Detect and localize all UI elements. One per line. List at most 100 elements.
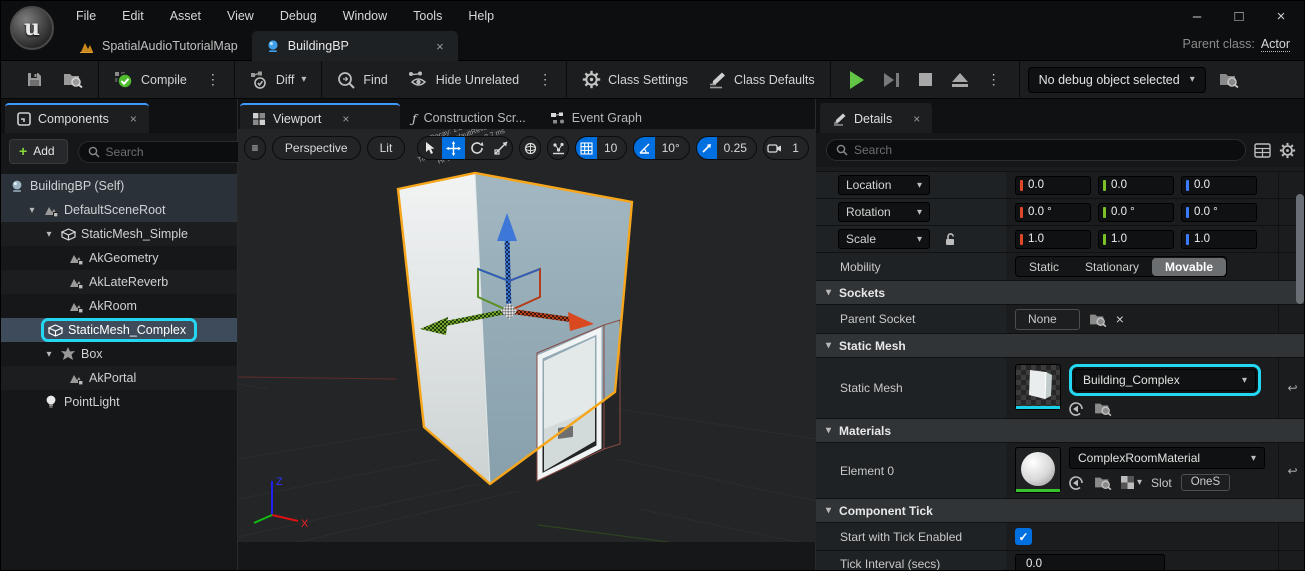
add-component-button[interactable]: + Add: [9, 139, 68, 164]
scale-lock-open-icon[interactable]: [944, 232, 956, 246]
gizmo-z-axis[interactable]: [507, 237, 509, 311]
stop-button[interactable]: [912, 68, 939, 91]
tick-enabled-checkbox[interactable]: ✓: [1015, 528, 1032, 545]
scale-dropdown[interactable]: Scale ▾: [838, 229, 930, 249]
location-y-field[interactable]: 0.0: [1098, 176, 1174, 195]
tab-spatialaudiotutorialmap[interactable]: SpatialAudioTutorialMap: [65, 31, 252, 61]
details-search[interactable]: [826, 139, 1246, 161]
tree-row-staticmesh-simple[interactable]: ▾ StaticMesh_Simple: [1, 222, 237, 246]
menu-tools[interactable]: Tools: [402, 5, 453, 27]
select-tool-button[interactable]: [418, 136, 442, 160]
close-panel-icon[interactable]: ×: [342, 112, 349, 126]
scale-snap-control[interactable]: 0.25: [696, 136, 757, 160]
scale-x-field[interactable]: 1.0: [1015, 230, 1091, 249]
menu-view[interactable]: View: [216, 5, 265, 27]
menu-file[interactable]: File: [65, 5, 107, 27]
location-x-field[interactable]: 0.0: [1015, 176, 1091, 195]
reset-static-mesh-button[interactable]: ↩: [1278, 358, 1305, 418]
browse-asset-button[interactable]: [56, 66, 90, 93]
scale-z-field[interactable]: 1.0: [1181, 230, 1257, 249]
save-button[interactable]: [19, 66, 50, 93]
static-mesh-section-header[interactable]: ▾ Static Mesh: [816, 334, 1305, 358]
display-filter-icon[interactable]: [1254, 143, 1271, 158]
move-tool-button[interactable]: [442, 136, 466, 160]
rotation-snap-control[interactable]: 10°: [633, 136, 689, 160]
tree-row-aklatereverb[interactable]: AkLateReverb: [1, 270, 237, 294]
compile-button[interactable]: Compile: [107, 65, 194, 94]
class-settings-button[interactable]: Class Settings: [575, 65, 695, 94]
menu-debug[interactable]: Debug: [269, 5, 328, 27]
tick-interval-field[interactable]: 0.0: [1015, 554, 1165, 571]
slot-name-field[interactable]: OneS: [1181, 474, 1230, 491]
find-button[interactable]: Find: [330, 66, 394, 94]
rotation-dropdown[interactable]: Rotation ▾: [838, 202, 930, 222]
clear-socket-icon[interactable]: ×: [1116, 311, 1124, 327]
tree-row-staticmesh-complex[interactable]: StaticMesh_Complex: [1, 318, 237, 342]
close-button[interactable]: ×: [1264, 3, 1298, 29]
materials-section-header[interactable]: ▾ Materials: [816, 419, 1305, 443]
find-options-kebab[interactable]: ⋮: [532, 69, 558, 90]
location-dropdown[interactable]: Location ▾: [838, 175, 930, 195]
menu-window[interactable]: Window: [332, 5, 398, 27]
expander-icon[interactable]: ▾: [26, 205, 38, 216]
close-panel-icon[interactable]: ×: [130, 112, 137, 126]
rotate-tool-button[interactable]: [465, 136, 489, 160]
close-panel-icon[interactable]: ×: [913, 112, 920, 126]
viewport-options-button[interactable]: ≡: [244, 136, 266, 160]
diff-button[interactable]: Diff ▾: [243, 66, 314, 94]
maximize-button[interactable]: □: [1222, 3, 1256, 29]
details-search-input[interactable]: [854, 143, 1236, 157]
rotation-x-field[interactable]: 0.0 °: [1015, 203, 1091, 222]
browse-to-asset-icon[interactable]: [1094, 401, 1112, 416]
scale-y-field[interactable]: 1.0: [1098, 230, 1174, 249]
camera-speed-control[interactable]: 1: [763, 136, 809, 160]
viewport-3d-scene[interactable]: Z X 445.17 sq ... m Decay: 1.35 secs Aux…: [238, 129, 816, 542]
mobility-stationary[interactable]: Stationary: [1072, 258, 1152, 276]
tab-details[interactable]: Details ×: [820, 103, 932, 133]
view-mode-dropdown[interactable]: Lit: [367, 136, 406, 160]
close-tab-icon[interactable]: ×: [436, 39, 444, 54]
details-scrollbar[interactable]: [1296, 194, 1304, 304]
frame-skip-button[interactable]: [877, 68, 906, 92]
unreal-logo-icon[interactable]: u: [10, 6, 54, 50]
hide-unrelated-button[interactable]: Hide Unrelated: [401, 66, 526, 94]
browse-to-asset-icon[interactable]: [1094, 475, 1112, 490]
debug-browse-button[interactable]: [1212, 66, 1246, 93]
parent-class-link[interactable]: Actor: [1261, 37, 1290, 52]
scale-tool-button[interactable]: [489, 136, 513, 160]
static-mesh-asset-dropdown[interactable]: Building_Complex ▾: [1074, 369, 1256, 391]
parent-socket-value[interactable]: None: [1015, 309, 1080, 330]
perspective-dropdown[interactable]: Perspective: [272, 136, 361, 160]
compile-options-kebab[interactable]: ⋮: [200, 69, 226, 90]
coordinate-system-button[interactable]: [519, 136, 541, 160]
mobility-movable[interactable]: Movable: [1152, 258, 1226, 276]
static-mesh-thumbnail[interactable]: [1015, 364, 1061, 410]
texture-streaming-dropdown[interactable]: ▾: [1121, 476, 1142, 489]
tree-row-buildingbp[interactable]: BuildingBP (Self): [1, 174, 237, 198]
expander-icon[interactable]: ▾: [43, 349, 55, 360]
debug-object-dropdown[interactable]: No debug object selected ▾: [1028, 67, 1206, 93]
eject-button[interactable]: [945, 68, 975, 92]
class-defaults-button[interactable]: Class Defaults: [701, 66, 822, 94]
expander-icon[interactable]: ▾: [43, 229, 55, 240]
details-settings-gear-icon[interactable]: [1279, 142, 1296, 159]
menu-edit[interactable]: Edit: [111, 5, 155, 27]
mobility-static[interactable]: Static: [1016, 258, 1072, 276]
rotation-z-field[interactable]: 0.0 °: [1181, 203, 1257, 222]
location-z-field[interactable]: 0.0: [1181, 176, 1257, 195]
use-selected-asset-icon[interactable]: [1069, 476, 1085, 490]
rotation-y-field[interactable]: 0.0 °: [1098, 203, 1174, 222]
sockets-section-header[interactable]: ▾ Sockets: [816, 281, 1305, 305]
tree-row-box[interactable]: ▾ Box: [1, 342, 237, 366]
use-selected-asset-icon[interactable]: [1069, 402, 1085, 416]
play-options-kebab[interactable]: ⋮: [981, 69, 1007, 90]
material-asset-dropdown[interactable]: ComplexRoomMaterial ▾: [1069, 447, 1265, 469]
grid-snap-control[interactable]: 10: [575, 136, 627, 160]
material-thumbnail[interactable]: [1015, 447, 1061, 493]
tree-row-akgeometry[interactable]: AkGeometry: [1, 246, 237, 270]
browse-folder-icon[interactable]: [1089, 312, 1107, 327]
play-button[interactable]: [843, 66, 871, 94]
surface-snapping-button[interactable]: [547, 136, 569, 160]
tab-components[interactable]: Components ×: [5, 103, 149, 133]
menu-help[interactable]: Help: [457, 5, 505, 27]
